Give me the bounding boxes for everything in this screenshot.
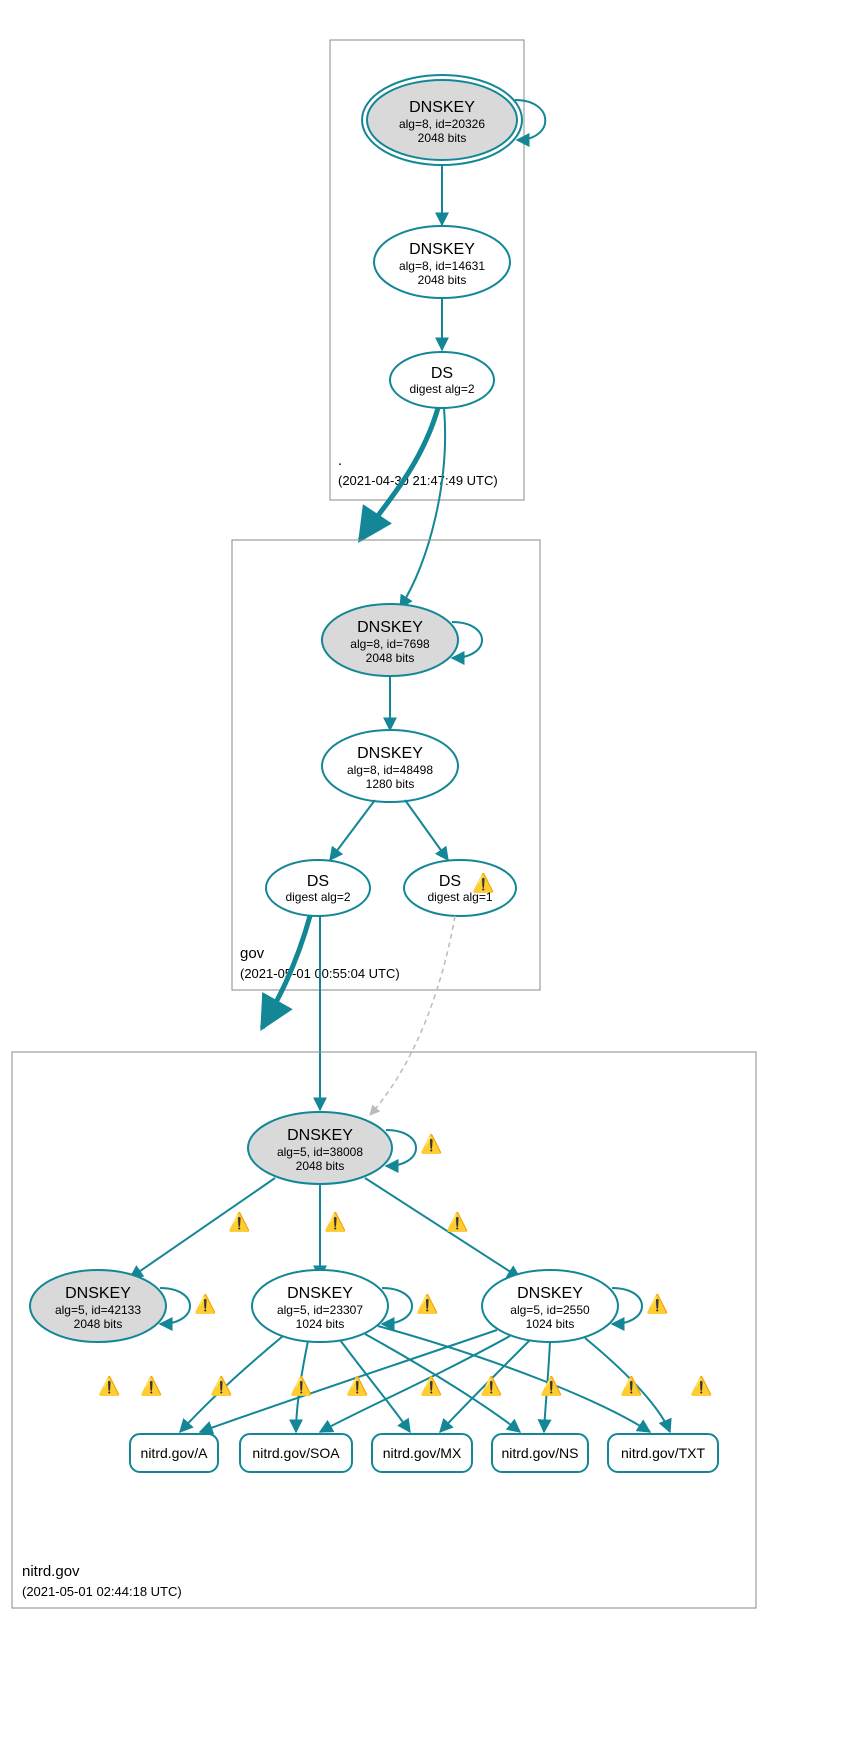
- node-gov-ksk: DNSKEY alg=8, id=7698 2048 bits: [322, 604, 458, 676]
- svg-text:alg=5, id=2550: alg=5, id=2550: [510, 1303, 590, 1317]
- warning-icon: ⚠️: [194, 1293, 216, 1314]
- svg-text:DNSKEY: DNSKEY: [517, 1285, 583, 1302]
- svg-text:2048 bits: 2048 bits: [366, 651, 415, 665]
- edge-ksk-k2: [130, 1178, 275, 1278]
- svg-text:2048 bits: 2048 bits: [296, 1159, 345, 1173]
- node-nitrd-k3: DNSKEY alg=5, id=23307 1024 bits: [252, 1270, 388, 1342]
- svg-text:alg=8, id=14631: alg=8, id=14631: [399, 259, 485, 273]
- zone-nitrd-ts: (2021-05-01 02:44:18 UTC): [22, 1584, 182, 1599]
- svg-text:DS: DS: [431, 365, 453, 382]
- node-rr-a: nitrd.gov/A: [130, 1434, 218, 1472]
- svg-text:alg=8, id=48498: alg=8, id=48498: [347, 763, 433, 777]
- node-nitrd-k2: DNSKEY alg=5, id=42133 2048 bits: [30, 1270, 166, 1342]
- warning-icon: ⚠️: [210, 1375, 232, 1396]
- svg-text:DNSKEY: DNSKEY: [357, 619, 423, 636]
- node-root-ksk: DNSKEY alg=8, id=20326 2048 bits: [362, 75, 522, 165]
- node-rr-ns: nitrd.gov/NS: [492, 1434, 588, 1472]
- zone-gov-name: gov: [240, 945, 265, 962]
- svg-text:DNSKEY: DNSKEY: [409, 241, 475, 258]
- warning-icon: ⚠️: [420, 1375, 442, 1396]
- edge-ksk-k4: [365, 1178, 520, 1278]
- dnssec-diagram: . (2021-04-30 21:47:49 UTC) DNSKEY alg=8…: [0, 0, 856, 1742]
- warning-icon: ⚠️: [620, 1375, 642, 1396]
- svg-text:digest alg=2: digest alg=2: [409, 382, 474, 396]
- node-nitrd-k4: DNSKEY alg=5, id=2550 1024 bits: [482, 1270, 618, 1342]
- svg-text:digest alg=2: digest alg=2: [285, 890, 350, 904]
- edge-govzsk-ds1: [330, 800, 375, 860]
- svg-text:1280 bits: 1280 bits: [366, 777, 415, 791]
- zone-nitrd-name: nitrd.gov: [22, 1563, 80, 1580]
- edge-k3-txt: [378, 1326, 650, 1432]
- svg-text:1024 bits: 1024 bits: [526, 1317, 575, 1331]
- svg-text:DS: DS: [439, 873, 461, 890]
- svg-text:DNSKEY: DNSKEY: [287, 1127, 353, 1144]
- warning-icon: ⚠️: [446, 1211, 468, 1232]
- node-rr-txt: nitrd.gov/TXT: [608, 1434, 718, 1472]
- warning-icon: ⚠️: [480, 1375, 502, 1396]
- node-gov-ds1: DS digest alg=2: [266, 860, 370, 916]
- warning-icon: ⚠️: [540, 1375, 562, 1396]
- svg-text:2048 bits: 2048 bits: [418, 273, 467, 287]
- node-nitrd-ksk: DNSKEY alg=5, id=38008 2048 bits: [248, 1112, 392, 1184]
- svg-text:2048 bits: 2048 bits: [74, 1317, 123, 1331]
- warning-icon: ⚠️: [228, 1211, 250, 1232]
- warning-icon: ⚠️: [646, 1293, 668, 1314]
- svg-text:DNSKEY: DNSKEY: [357, 745, 423, 762]
- node-root-zsk: DNSKEY alg=8, id=14631 2048 bits: [374, 226, 510, 298]
- zone-root-name: .: [338, 452, 342, 469]
- svg-text:nitrd.gov/MX: nitrd.gov/MX: [383, 1445, 462, 1461]
- svg-text:DS: DS: [307, 873, 329, 890]
- edge-rootds-govksk: [400, 408, 445, 608]
- svg-text:DNSKEY: DNSKEY: [409, 99, 475, 116]
- node-root-ds: DS digest alg=2: [390, 352, 494, 408]
- svg-text:nitrd.gov/NS: nitrd.gov/NS: [501, 1445, 578, 1461]
- warning-icon: ⚠️: [416, 1293, 438, 1314]
- svg-text:1024 bits: 1024 bits: [296, 1317, 345, 1331]
- warning-icon: ⚠️: [290, 1375, 312, 1396]
- svg-text:DNSKEY: DNSKEY: [65, 1285, 131, 1302]
- svg-text:alg=5, id=38008: alg=5, id=38008: [277, 1145, 363, 1159]
- node-gov-zsk: DNSKEY alg=8, id=48498 1280 bits: [322, 730, 458, 802]
- node-gov-ds2: DS ⚠️ digest alg=1: [404, 860, 516, 916]
- svg-text:nitrd.gov/TXT: nitrd.gov/TXT: [621, 1445, 705, 1461]
- warning-icon: ⚠️: [690, 1375, 712, 1396]
- svg-text:nitrd.gov/A: nitrd.gov/A: [141, 1445, 209, 1461]
- svg-text:digest alg=1: digest alg=1: [427, 890, 492, 904]
- svg-text:alg=5, id=42133: alg=5, id=42133: [55, 1303, 141, 1317]
- svg-text:2048 bits: 2048 bits: [418, 131, 467, 145]
- zone-root-ts: (2021-04-30 21:47:49 UTC): [338, 473, 498, 488]
- node-rr-soa: nitrd.gov/SOA: [240, 1434, 352, 1472]
- warning-icon: ⚠️: [98, 1375, 120, 1396]
- warning-icon: ⚠️: [140, 1375, 162, 1396]
- loop-root-ksk: [515, 100, 545, 140]
- svg-text:nitrd.gov/SOA: nitrd.gov/SOA: [252, 1445, 340, 1461]
- edge-govzsk-ds2: [405, 800, 448, 860]
- warning-icon: ⚠️: [420, 1133, 442, 1154]
- svg-text:alg=8, id=20326: alg=8, id=20326: [399, 117, 485, 131]
- node-rr-mx: nitrd.gov/MX: [372, 1434, 472, 1472]
- svg-text:DNSKEY: DNSKEY: [287, 1285, 353, 1302]
- edge-govds2-nitrdksk: [370, 916, 455, 1115]
- svg-text:alg=5, id=23307: alg=5, id=23307: [277, 1303, 363, 1317]
- warning-icon: ⚠️: [324, 1211, 346, 1232]
- warning-icon: ⚠️: [346, 1375, 368, 1396]
- svg-text:alg=8, id=7698: alg=8, id=7698: [350, 637, 430, 651]
